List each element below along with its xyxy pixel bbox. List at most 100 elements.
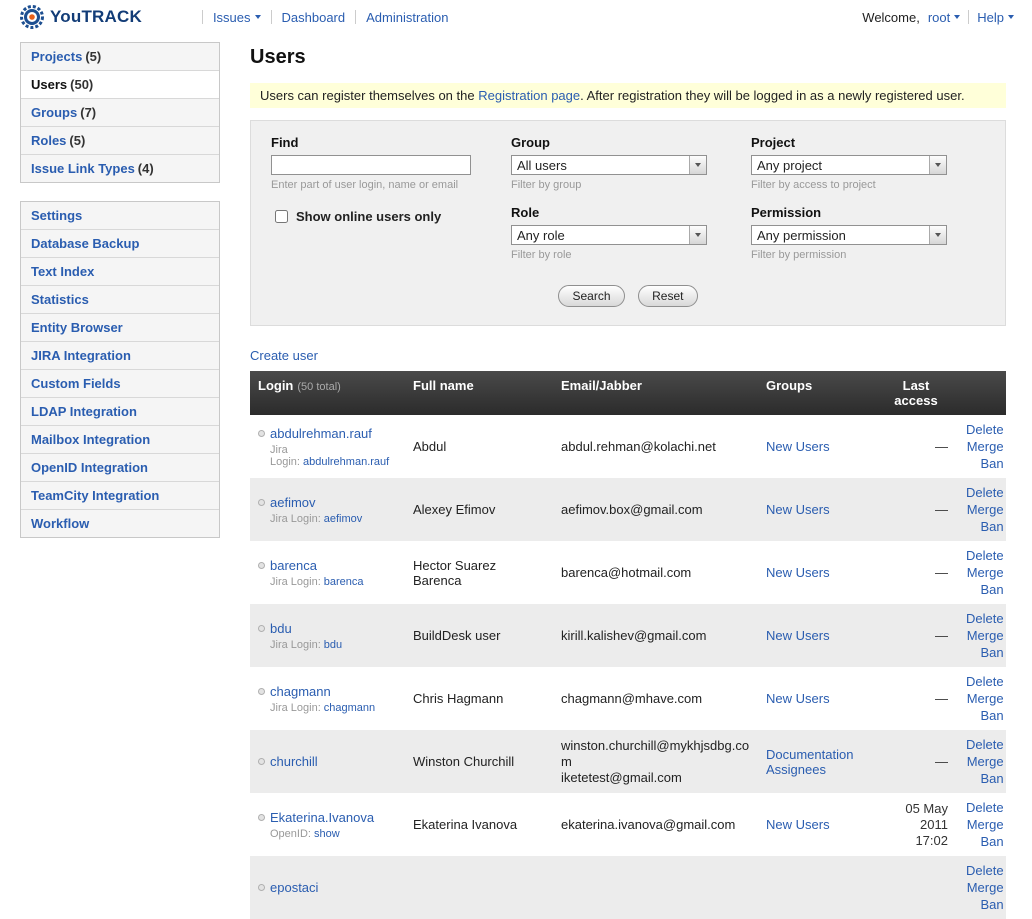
group-select[interactable]: All users [511, 155, 707, 175]
sidebar-item-statistics[interactable]: Statistics [21, 286, 219, 314]
sidebar-item-label[interactable]: Text Index [31, 264, 94, 279]
delete-link[interactable]: Delete [966, 610, 1004, 627]
ban-link[interactable]: Ban [980, 455, 1003, 472]
merge-link[interactable]: Merge [967, 816, 1004, 833]
login-sub-link[interactable]: barenca [324, 576, 364, 588]
user-menu[interactable]: root [928, 10, 960, 25]
merge-link[interactable]: Merge [967, 627, 1004, 644]
delete-link[interactable]: Delete [966, 421, 1004, 438]
sidebar-item-roles[interactable]: Roles(5) [21, 127, 219, 155]
group-link[interactable]: New Users [766, 439, 830, 454]
user-login-link[interactable]: aefimov [270, 495, 316, 510]
nav-issues[interactable]: Issues [213, 10, 261, 25]
reset-button[interactable]: Reset [638, 285, 697, 307]
sidebar-item-label[interactable]: LDAP Integration [31, 404, 137, 419]
delete-link[interactable]: Delete [966, 862, 1004, 879]
user-login-link[interactable]: bdu [270, 621, 292, 636]
ban-link[interactable]: Ban [980, 896, 1003, 913]
merge-link[interactable]: Merge [967, 753, 1004, 770]
group-link[interactable]: New Users [766, 691, 830, 706]
groups-header[interactable]: Groups [758, 371, 878, 415]
group-link[interactable]: New Users [766, 628, 830, 643]
sidebar-item-database-backup[interactable]: Database Backup [21, 230, 219, 258]
online-only-checkbox[interactable] [275, 210, 288, 223]
youtrack-logo[interactable]: YouTRACK [20, 5, 142, 29]
sidebar-item-label[interactable]: Projects [31, 49, 82, 64]
merge-link[interactable]: Merge [967, 564, 1004, 581]
user-login-link[interactable]: epostaci [270, 880, 318, 895]
sidebar-item-text-index[interactable]: Text Index [21, 258, 219, 286]
sidebar-item-users[interactable]: Users(50) [21, 71, 219, 99]
user-login-link[interactable]: barenca [270, 558, 317, 573]
sidebar-item-label[interactable]: Settings [31, 208, 82, 223]
ban-link[interactable]: Ban [980, 644, 1003, 661]
ban-link[interactable]: Ban [980, 707, 1003, 724]
user-login-link[interactable]: chagmann [270, 684, 331, 699]
delete-link[interactable]: Delete [966, 484, 1004, 501]
ban-link[interactable]: Ban [980, 833, 1003, 850]
nav-dashboard[interactable]: Dashboard [282, 10, 346, 25]
sidebar-item-ldap-integration[interactable]: LDAP Integration [21, 398, 219, 426]
sidebar-item-label[interactable]: Workflow [31, 516, 89, 531]
sidebar-item-label[interactable]: Issue Link Types [31, 161, 135, 176]
group-link[interactable]: New Users [766, 817, 830, 832]
merge-link[interactable]: Merge [967, 690, 1004, 707]
sidebar-item-label[interactable]: OpenID Integration [31, 460, 148, 475]
last-access-header[interactable]: Last access [878, 371, 958, 415]
help-menu[interactable]: Help [977, 10, 1014, 25]
sidebar-item-label[interactable]: Statistics [31, 292, 89, 307]
email-header[interactable]: Email/Jabber [553, 371, 758, 415]
sidebar-item-label[interactable]: Entity Browser [31, 320, 123, 335]
nav-administration[interactable]: Administration [366, 10, 448, 25]
login-sub-link[interactable]: show [314, 828, 340, 840]
project-select[interactable]: Any project [751, 155, 947, 175]
create-user-link[interactable]: Create user [250, 348, 318, 363]
login-header[interactable]: Login(50 total) [250, 371, 405, 415]
sidebar-item-teamcity-integration[interactable]: TeamCity Integration [21, 482, 219, 510]
login-sub-link[interactable]: aefimov [324, 513, 363, 525]
sidebar-item-label[interactable]: Mailbox Integration [31, 432, 150, 447]
sidebar-item-label[interactable]: Custom Fields [31, 376, 121, 391]
sidebar-item-entity-browser[interactable]: Entity Browser [21, 314, 219, 342]
user-login-link[interactable]: churchill [270, 754, 318, 769]
merge-link[interactable]: Merge [967, 501, 1004, 518]
find-input[interactable] [271, 155, 471, 175]
search-button[interactable]: Search [558, 285, 624, 307]
sidebar-item-groups[interactable]: Groups(7) [21, 99, 219, 127]
sidebar-item-label[interactable]: Database Backup [31, 236, 139, 251]
delete-link[interactable]: Delete [966, 736, 1004, 753]
sidebar-item-label[interactable]: Roles [31, 133, 66, 148]
delete-link[interactable]: Delete [966, 673, 1004, 690]
sidebar-item-settings[interactable]: Settings [21, 202, 219, 230]
sidebar-item-label[interactable]: Users [31, 77, 67, 92]
registration-page-link[interactable]: Registration page [478, 88, 580, 103]
merge-link[interactable]: Merge [967, 438, 1004, 455]
full-name-header[interactable]: Full name [405, 371, 553, 415]
group-link[interactable]: New Users [766, 502, 830, 517]
permission-select[interactable]: Any permission [751, 225, 947, 245]
delete-link[interactable]: Delete [966, 799, 1004, 816]
sidebar-item-label[interactable]: JIRA Integration [31, 348, 131, 363]
ban-link[interactable]: Ban [980, 581, 1003, 598]
sidebar-item-label[interactable]: TeamCity Integration [31, 488, 159, 503]
user-login-link[interactable]: abdulrehman.rauf [270, 426, 372, 441]
sidebar-item-label[interactable]: Groups [31, 105, 77, 120]
role-select[interactable]: Any role [511, 225, 707, 245]
ban-link[interactable]: Ban [980, 770, 1003, 787]
sidebar-item-jira-integration[interactable]: JIRA Integration [21, 342, 219, 370]
sidebar-item-custom-fields[interactable]: Custom Fields [21, 370, 219, 398]
sidebar-item-openid-integration[interactable]: OpenID Integration [21, 454, 219, 482]
ban-link[interactable]: Ban [980, 518, 1003, 535]
login-sub-link[interactable]: abdulrehman.rauf [303, 456, 389, 468]
sidebar-item-issue-link-types[interactable]: Issue Link Types(4) [21, 155, 219, 182]
login-sub-link[interactable]: chagmann [324, 702, 375, 714]
group-link[interactable]: Documentation Assignees [766, 747, 853, 777]
merge-link[interactable]: Merge [967, 879, 1004, 896]
user-login-link[interactable]: Ekaterina.Ivanova [270, 810, 374, 825]
login-sub-link[interactable]: bdu [324, 639, 342, 651]
delete-link[interactable]: Delete [966, 547, 1004, 564]
sidebar-item-workflow[interactable]: Workflow [21, 510, 219, 537]
group-link[interactable]: New Users [766, 565, 830, 580]
sidebar-item-mailbox-integration[interactable]: Mailbox Integration [21, 426, 219, 454]
sidebar-item-projects[interactable]: Projects(5) [21, 43, 219, 71]
